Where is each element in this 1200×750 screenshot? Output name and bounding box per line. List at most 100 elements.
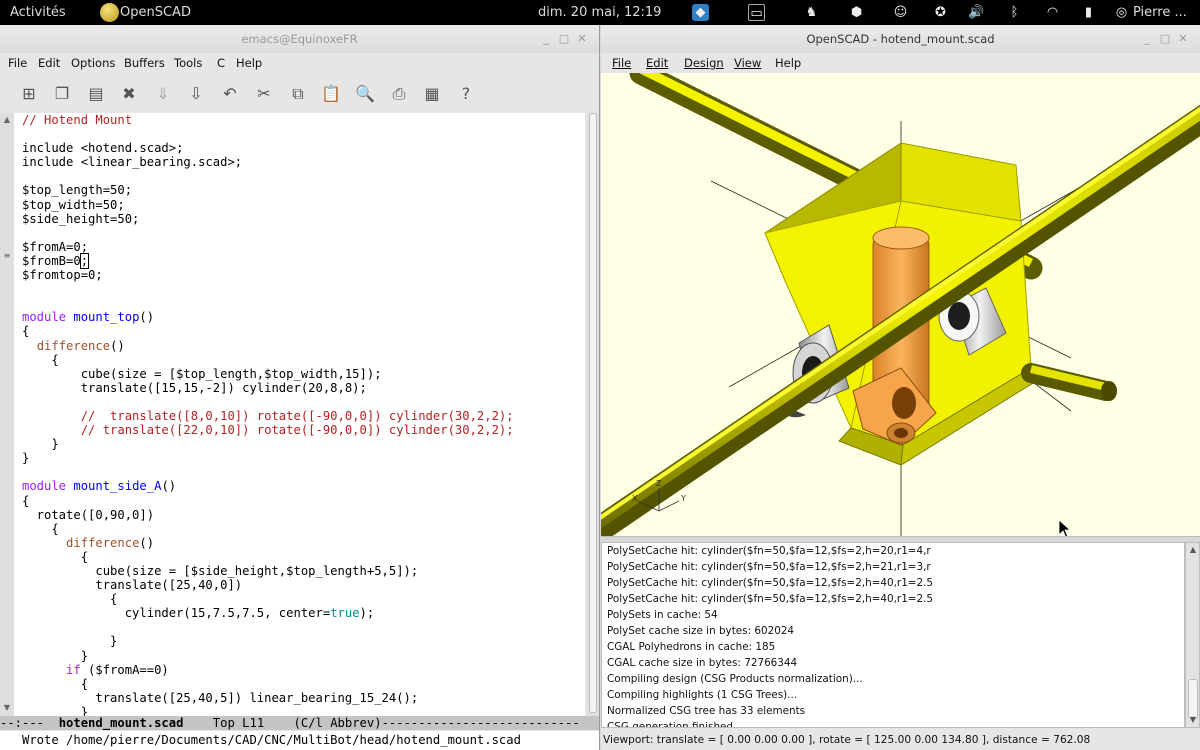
minimize-icon[interactable]: _ bbox=[1138, 25, 1156, 53]
bluetooth-icon[interactable]: ᛒ bbox=[1006, 4, 1023, 21]
minimize-icon[interactable]: _ bbox=[537, 25, 555, 53]
code-line[interactable]: } bbox=[22, 634, 514, 648]
maximize-icon[interactable]: □ bbox=[1156, 25, 1174, 53]
emacs-menu-edit[interactable]: Edit bbox=[38, 53, 60, 73]
code-editor[interactable]: // Hotend Mount include <hotend.scad>; inc… bbox=[14, 113, 585, 716]
pet-icon[interactable]: ♞ bbox=[803, 4, 820, 21]
code-line[interactable] bbox=[22, 127, 514, 141]
code-line[interactable] bbox=[22, 620, 514, 634]
code-line[interactable]: translate([25,40,0]) bbox=[22, 578, 514, 592]
openscad-titlebar[interactable]: OpenSCAD - hotend_mount.scad _ □ ✕ bbox=[601, 25, 1200, 53]
code-line[interactable]: // Hotend Mount bbox=[22, 113, 514, 127]
code-line[interactable]: $top_length=50; bbox=[22, 183, 514, 197]
code-line[interactable]: include <hotend.scad>; bbox=[22, 141, 514, 155]
code-line[interactable] bbox=[22, 395, 514, 409]
code-line[interactable]: } bbox=[22, 649, 514, 663]
code-line[interactable]: } bbox=[22, 437, 514, 451]
close-icon[interactable]: ✕ bbox=[1174, 25, 1192, 53]
scroll-down-icon[interactable]: ▼ bbox=[1187, 714, 1199, 726]
maximize-icon[interactable]: □ bbox=[555, 25, 573, 53]
activities-button[interactable]: Activités bbox=[10, 0, 66, 25]
emacs-menu-c[interactable]: C bbox=[217, 53, 225, 73]
console-scrollbar[interactable]: ▲ ▼ bbox=[1185, 542, 1200, 728]
code-line[interactable]: { bbox=[22, 677, 514, 691]
paste-icon[interactable]: 📋 bbox=[320, 83, 342, 105]
emacs-menu-file[interactable]: File bbox=[8, 53, 27, 73]
wifi-icon[interactable]: ◠ bbox=[1044, 4, 1061, 21]
scroll-up-icon[interactable]: ▲ bbox=[1187, 544, 1199, 556]
code-line[interactable]: // translate([22,0,10]) rotate([-90,0,0]… bbox=[22, 423, 514, 437]
search-icon[interactable]: 🔍 bbox=[354, 83, 376, 105]
code-line[interactable]: $fromB=0; bbox=[22, 252, 514, 269]
save-icon[interactable]: ▤ bbox=[85, 83, 107, 105]
code-line[interactable]: $fromA=0; bbox=[22, 240, 514, 254]
app-menu-label[interactable]: OpenSCAD bbox=[120, 0, 191, 25]
code-line[interactable]: { bbox=[22, 592, 514, 606]
editor-scrollbar[interactable] bbox=[587, 113, 599, 716]
user-menu[interactable]: Pierre ... bbox=[1133, 0, 1187, 25]
volume-icon[interactable]: 🔊 bbox=[968, 4, 985, 21]
cut-icon[interactable]: ✂ bbox=[253, 83, 275, 105]
code-line[interactable] bbox=[22, 226, 514, 240]
code-line[interactable]: { bbox=[22, 550, 514, 564]
editor-scrollbar-thumb[interactable] bbox=[589, 113, 597, 713]
accessibility-icon[interactable]: ✪ bbox=[932, 4, 949, 21]
customize-icon[interactable]: ▦ bbox=[421, 83, 443, 105]
code-line[interactable] bbox=[22, 465, 514, 479]
code-line[interactable] bbox=[22, 169, 514, 183]
openscad-menu-file[interactable]: File bbox=[612, 53, 631, 73]
code-line[interactable]: } bbox=[22, 451, 514, 465]
cube-icon[interactable]: ⬢ bbox=[848, 4, 865, 21]
code-line[interactable]: translate([15,15,-2]) cylinder(20,8,8); bbox=[22, 381, 514, 395]
emacs-menu-tools[interactable]: Tools bbox=[174, 53, 202, 73]
print-icon[interactable]: ⎙ bbox=[388, 83, 410, 105]
code-line[interactable]: if ($fromA==0) bbox=[22, 663, 514, 677]
openscad-menu-edit[interactable]: Edit bbox=[646, 53, 668, 73]
screen-icon[interactable]: ▭ bbox=[748, 4, 765, 21]
3d-viewport[interactable]: Z X Y bbox=[601, 73, 1200, 536]
modeline-buffer-name[interactable]: hotend_mount.scad bbox=[59, 716, 184, 730]
undo-icon[interactable]: ↶ bbox=[219, 83, 241, 105]
help-icon[interactable]: ? bbox=[455, 83, 477, 105]
console-scrollbar-thumb[interactable] bbox=[1188, 679, 1198, 719]
console-output[interactable]: PolySetCache hit: cylinder($fn=50,$fa=12… bbox=[601, 542, 1185, 728]
smiley-icon[interactable]: ☺ bbox=[892, 4, 909, 21]
code-line[interactable] bbox=[22, 296, 514, 310]
code-line[interactable]: cube(size = [$side_height,$top_length+5,… bbox=[22, 564, 514, 578]
code-line[interactable]: include <linear_bearing.scad>; bbox=[22, 155, 514, 169]
code-line[interactable]: $top_width=50; bbox=[22, 198, 514, 212]
emacs-menu-buffers[interactable]: Buffers bbox=[124, 53, 165, 73]
code-line[interactable]: { bbox=[22, 324, 514, 338]
openscad-menu-view[interactable]: View bbox=[734, 53, 761, 73]
code-text[interactable]: // Hotend Mount include <hotend.scad>; inc… bbox=[22, 113, 514, 716]
clock[interactable]: dim. 20 mai, 12:19 bbox=[538, 0, 661, 25]
new-file-icon[interactable]: ⊞ bbox=[18, 83, 40, 105]
code-line[interactable]: $fromtop=0; bbox=[22, 268, 514, 282]
copy-icon[interactable]: ⧉ bbox=[287, 83, 309, 105]
code-line[interactable]: cylinder(15,7.5,7.5, center=true); bbox=[22, 606, 514, 620]
code-line[interactable] bbox=[22, 282, 514, 296]
emacs-menu-help[interactable]: Help bbox=[236, 53, 262, 73]
dropbox-icon[interactable]: ◆ bbox=[692, 4, 709, 21]
close-icon[interactable]: ✕ bbox=[573, 25, 591, 53]
code-line[interactable]: { bbox=[22, 494, 514, 508]
battery-icon[interactable]: ▮ bbox=[1080, 4, 1097, 21]
openscad-menu-help[interactable]: Help bbox=[775, 53, 801, 73]
openscad-menu-design[interactable]: Design bbox=[684, 53, 724, 73]
open-folder-icon[interactable]: ❐ bbox=[51, 83, 73, 105]
close-buffer-icon[interactable]: ✖ bbox=[118, 83, 140, 105]
save-as-icon[interactable]: ⇩ bbox=[185, 83, 207, 105]
emacs-menu-options[interactable]: Options bbox=[71, 53, 115, 73]
code-line[interactable]: module mount_top() bbox=[22, 310, 514, 324]
code-line[interactable]: difference() bbox=[22, 536, 514, 550]
chat-status-icon[interactable]: ◎ bbox=[1113, 4, 1130, 21]
code-line[interactable]: // translate([8,0,10]) rotate([-90,0,0])… bbox=[22, 409, 514, 423]
code-line[interactable]: { bbox=[22, 353, 514, 367]
code-line[interactable]: cube(size = [$top_length,$top_width,15])… bbox=[22, 367, 514, 381]
save-disabled-icon[interactable]: ⇓ bbox=[152, 83, 174, 105]
code-line[interactable]: module mount_side_A() bbox=[22, 479, 514, 493]
code-line[interactable]: rotate([0,90,0]) bbox=[22, 508, 514, 522]
code-line[interactable]: $side_height=50; bbox=[22, 212, 514, 226]
code-line[interactable]: translate([25,40,5]) linear_bearing_15_2… bbox=[22, 691, 514, 705]
code-line[interactable]: { bbox=[22, 522, 514, 536]
